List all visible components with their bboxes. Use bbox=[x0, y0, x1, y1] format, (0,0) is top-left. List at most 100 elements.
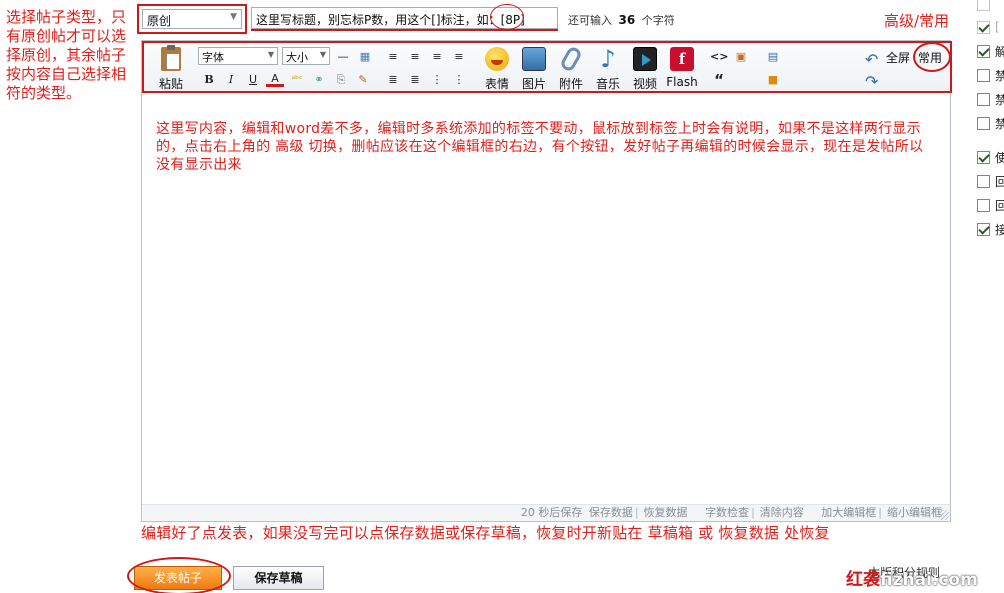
option-row[interactable]: [ bbox=[977, 19, 1004, 35]
flash-button[interactable]: f Flash bbox=[665, 47, 699, 91]
unlink-button[interactable]: ⎘ bbox=[332, 71, 350, 89]
quote-button[interactable]: “ bbox=[710, 71, 728, 89]
attachment-button[interactable]: 附件 bbox=[554, 45, 588, 91]
option-row[interactable]: 解 bbox=[977, 43, 1004, 59]
page-break-button[interactable]: ▤ bbox=[764, 48, 782, 66]
undo-icon[interactable]: ↶ bbox=[865, 50, 878, 69]
thread-type-select[interactable]: 原创 ▼ bbox=[142, 9, 242, 29]
code-button[interactable]: <> bbox=[710, 48, 728, 66]
align-center-button[interactable]: ≡ bbox=[406, 48, 424, 66]
music-button[interactable]: ♪ 音乐 bbox=[591, 47, 625, 91]
char-counter-number: 36 bbox=[618, 13, 636, 27]
image-label: 图片 bbox=[521, 77, 546, 91]
option-checkbox[interactable] bbox=[977, 68, 990, 82]
video-label: 视频 bbox=[632, 77, 657, 91]
editor-content-area[interactable]: 这里写内容，编辑和word差不多，编辑时多系统添加的标签不要动，鼠标放到标签上时… bbox=[142, 93, 950, 505]
paste-button[interactable]: 粘贴 bbox=[156, 45, 186, 91]
chevron-down-icon: ▼ bbox=[319, 50, 326, 59]
bold-button[interactable]: B bbox=[200, 71, 218, 89]
restore-data-link[interactable]: 恢复数据 bbox=[644, 506, 688, 519]
thread-type-highlight: 原创 ▼ bbox=[137, 4, 247, 34]
option-label: 解 bbox=[995, 44, 1004, 59]
highlight-button[interactable]: ᵃᵇᶜ bbox=[288, 71, 306, 89]
mode-switch-button[interactable]: 常用 bbox=[918, 49, 942, 66]
font-size-value: 大小 bbox=[286, 51, 308, 64]
annotation-submit-hint: 编辑好了点发表，如果没写完可以点保存数据或保存草稿，恢复时开新贴在 草稿箱 或 … bbox=[141, 524, 830, 542]
ordered-list-button[interactable]: ⋮ bbox=[428, 71, 446, 89]
option-row[interactable]: 接 bbox=[977, 221, 1004, 237]
align-right-button[interactable]: ≡ bbox=[428, 48, 446, 66]
image-button[interactable]: 图片 bbox=[517, 47, 551, 91]
option-row[interactable]: 禁 bbox=[977, 67, 1004, 83]
emoticon-button[interactable]: 表情 bbox=[480, 47, 514, 91]
thread-type-value: 原创 bbox=[147, 14, 172, 28]
option-checkbox[interactable] bbox=[977, 222, 990, 236]
clear-format-button[interactable]: ✎ bbox=[354, 71, 372, 89]
watermark-part1: 红袭 bbox=[846, 570, 880, 590]
option-row[interactable]: 禁 bbox=[977, 91, 1004, 107]
option-row[interactable] bbox=[977, 0, 1004, 12]
option-checkbox[interactable] bbox=[977, 0, 990, 11]
title-input-value: 这里写标题，别忘标P数，用这个[]标注，如：[8P] bbox=[256, 13, 525, 27]
char-counter-prefix: 还可输入 bbox=[568, 14, 612, 27]
option-row[interactable]: 回 bbox=[977, 173, 1004, 189]
word-check-link[interactable]: 字数检查 bbox=[705, 506, 749, 519]
option-row[interactable]: 回 bbox=[977, 197, 1004, 213]
hide-content-button[interactable]: ▣ bbox=[732, 48, 750, 66]
align-right-icon: ≡ bbox=[432, 50, 442, 63]
option-checkbox[interactable] bbox=[977, 20, 990, 34]
title-tag-highlight-circle bbox=[490, 4, 524, 30]
align-left-button[interactable]: ≡ bbox=[384, 48, 402, 66]
option-checkbox[interactable] bbox=[977, 174, 990, 188]
option-row[interactable]: 禁 bbox=[977, 115, 1004, 131]
rich-text-editor: 粘贴 字体 ▼ 大小 ▼ — ▦ ≡ ≡ ≡ ≡ B I U A ᵃᵇᶜ ⚭ ⎘… bbox=[141, 40, 952, 522]
option-label: 接 bbox=[995, 222, 1004, 237]
float-right-icon: ≣ bbox=[410, 73, 420, 86]
table-button[interactable]: ▦ bbox=[356, 48, 374, 66]
font-size-select[interactable]: 大小 ▼ bbox=[282, 47, 330, 65]
editor-toolbar: 粘贴 字体 ▼ 大小 ▼ — ▦ ≡ ≡ ≡ ≡ B I U A ᵃᵇᶜ ⚭ ⎘… bbox=[142, 41, 952, 93]
highlight-icon: ᵃᵇᶜ bbox=[291, 75, 303, 85]
page-icon: ▤ bbox=[767, 50, 779, 63]
italic-button[interactable]: I bbox=[222, 71, 240, 89]
font-family-select[interactable]: 字体 ▼ bbox=[198, 47, 278, 65]
video-button[interactable]: 视频 bbox=[628, 47, 662, 91]
option-checkbox[interactable] bbox=[977, 150, 990, 164]
option-label: 使 bbox=[995, 150, 1004, 165]
site-watermark: 红袭fizhai.com bbox=[846, 565, 978, 590]
font-color-button[interactable]: A bbox=[266, 71, 284, 87]
annotation-thread-type-hint: 选择帖子类型，只有原创帖才可以选择原创，其余帖子按内容自己选择相符的类型。 bbox=[6, 8, 127, 102]
enlarge-editor-link[interactable]: 加大编辑框 bbox=[821, 506, 876, 519]
option-checkbox[interactable] bbox=[977, 116, 990, 130]
image-icon bbox=[522, 47, 546, 71]
paste-label: 粘贴 bbox=[158, 77, 183, 91]
float-left-button[interactable]: ≣ bbox=[384, 71, 402, 89]
option-row[interactable]: 使 bbox=[977, 149, 1004, 165]
resize-handle[interactable] bbox=[939, 510, 949, 520]
flash-icon: f bbox=[670, 47, 694, 71]
table-icon: ▦ bbox=[359, 50, 371, 63]
align-justify-button[interactable]: ≡ bbox=[450, 48, 468, 66]
option-checkbox[interactable] bbox=[977, 198, 990, 212]
underline-button[interactable]: U bbox=[244, 71, 262, 89]
paperclip-icon bbox=[558, 45, 584, 73]
free-content-button[interactable]: ■ bbox=[764, 71, 782, 89]
unordered-list-button[interactable]: ⋮ bbox=[450, 71, 468, 89]
link-button[interactable]: ⚭ bbox=[310, 71, 328, 89]
shrink-editor-link[interactable]: 缩小编辑框 bbox=[887, 506, 942, 519]
option-checkbox[interactable] bbox=[977, 44, 990, 58]
option-checkbox[interactable] bbox=[977, 92, 990, 106]
option-label: 禁 bbox=[995, 92, 1004, 107]
float-right-button[interactable]: ≣ bbox=[406, 71, 424, 89]
unlink-icon: ⎘ bbox=[336, 73, 346, 86]
option-label: 回 bbox=[995, 174, 1004, 189]
save-draft-button[interactable]: 保存草稿 bbox=[233, 566, 324, 590]
option-label: 禁 bbox=[995, 68, 1004, 83]
save-data-link[interactable]: 保存数据 bbox=[589, 506, 633, 519]
emoticon-label: 表情 bbox=[484, 77, 509, 91]
clear-content-link[interactable]: 清除内容 bbox=[760, 506, 804, 519]
horizontal-rule-button[interactable]: — bbox=[334, 48, 352, 66]
redo-icon[interactable]: ↷ bbox=[865, 72, 878, 91]
fullscreen-button[interactable]: 全屏 bbox=[886, 49, 910, 66]
watermark-part2: fizhai.com bbox=[880, 570, 978, 590]
